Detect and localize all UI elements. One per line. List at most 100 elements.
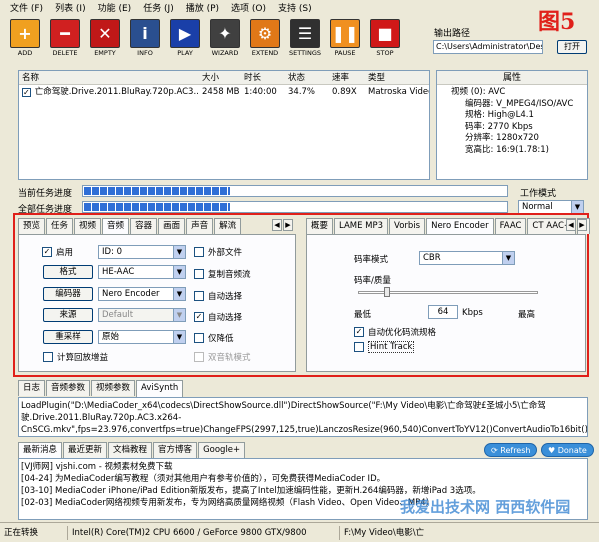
tab-right_tabs-4[interactable]: FAAC <box>494 218 527 234</box>
delete-button[interactable]: ━ DELETE <box>45 18 85 60</box>
external-row[interactable]: 外部文件 <box>194 246 242 258</box>
tab-right_tabs-0[interactable]: 概要 <box>306 218 334 234</box>
tab-news_tabs-4[interactable]: Google+ <box>198 442 246 458</box>
wizard-button[interactable]: ✦ WIZARD <box>205 18 245 60</box>
stop-button[interactable]: ■ STOP <box>365 18 405 60</box>
tab-left_tabs-3[interactable]: 音频 <box>102 218 130 235</box>
tab-scroll-left-icon[interactable]: ◀ <box>272 219 282 231</box>
tab-bottom_tabs-0[interactable]: 日志 <box>18 380 46 396</box>
tab-left_tabs-0[interactable]: 预览 <box>18 218 46 234</box>
tab-scroll-left-icon[interactable]: ◀ <box>566 219 576 231</box>
file-list[interactable]: 名称 大小 时长 状态 速率 类型 ✓ 亡命驾驶.Drive.2011.BluR… <box>18 70 430 180</box>
donate-button[interactable]: ♥ Donate <box>541 443 594 457</box>
replaygain-row[interactable]: 计算回放增益 <box>43 351 108 363</box>
empty-button[interactable]: ✕ EMPTY <box>85 18 125 60</box>
menu-item-3[interactable]: 任务 (J) <box>137 0 180 18</box>
copy-checkbox[interactable] <box>194 269 204 279</box>
chevron-down-icon[interactable]: ▼ <box>173 288 185 300</box>
properties-panel[interactable]: 属性 视频 (0): AVC 编码器: V_MPEG4/ISO/AVC 规格: Hi… <box>436 70 588 180</box>
format-button[interactable]: 格式 <box>43 265 93 279</box>
enable-checkbox-row[interactable]: ✓ 启用 <box>42 246 73 258</box>
chevron-down-icon[interactable]: ▼ <box>173 266 185 278</box>
tab-news_tabs-1[interactable]: 最近更新 <box>63 442 108 458</box>
menu-item-5[interactable]: 选项 (O) <box>225 0 272 18</box>
extend-button[interactable]: ⚙ EXTEND <box>245 18 285 60</box>
row-checkbox[interactable]: ✓ <box>22 87 31 97</box>
settings-button[interactable]: ☰ SETTINGS <box>285 18 325 60</box>
lower-only-checkbox[interactable] <box>194 333 204 343</box>
wizard-icon: ✦ <box>210 19 240 48</box>
add-button[interactable]: + ADD <box>5 18 45 60</box>
tab-bottom_tabs-2[interactable]: 视频参数 <box>91 380 136 396</box>
source-select[interactable]: Default ▼ <box>98 308 186 322</box>
col-status[interactable]: 状态 <box>285 71 329 84</box>
auto-optimize-row[interactable]: ✓ 自动优化码流规格 <box>354 326 436 338</box>
chevron-down-icon[interactable]: ▼ <box>173 331 185 343</box>
source-button[interactable]: 来源 <box>43 308 93 322</box>
tab-right_tabs-1[interactable]: LAME MP3 <box>334 218 389 234</box>
auto-select-checkbox-2[interactable]: ✓ <box>194 312 204 322</box>
quality-slider-handle[interactable] <box>384 287 390 297</box>
lower-only-row[interactable]: 仅降低 <box>194 332 234 344</box>
chevron-down-icon[interactable]: ▼ <box>173 309 185 321</box>
tab-news_tabs-0[interactable]: 最新消息 <box>18 442 63 459</box>
tab-left_tabs-5[interactable]: 画面 <box>158 218 186 234</box>
tab-scroll-right-icon[interactable]: ▶ <box>577 219 587 231</box>
encoder-select[interactable]: Nero Encoder ▼ <box>98 287 186 301</box>
tab-news_tabs-3[interactable]: 官方博客 <box>153 442 198 458</box>
tab-right_tabs-3[interactable]: Nero Encoder <box>426 218 494 235</box>
output-path-field[interactable]: C:\Users\Administrator\Desk <box>433 40 543 54</box>
tab-news_tabs-2[interactable]: 文档教程 <box>108 442 153 458</box>
chevron-down-icon[interactable]: ▼ <box>173 246 185 258</box>
col-type[interactable]: 类型 <box>365 71 429 84</box>
tab-scroll-right-icon[interactable]: ▶ <box>283 219 293 231</box>
tab-left_tabs-6[interactable]: 声音 <box>186 218 214 234</box>
tab-bottom_tabs-3[interactable]: AviSynth <box>136 380 184 397</box>
tab-left_tabs-1[interactable]: 任务 <box>46 218 74 234</box>
enable-checkbox[interactable]: ✓ <box>42 247 52 257</box>
tab-bottom_tabs-1[interactable]: 音频参数 <box>46 380 91 396</box>
copy-row[interactable]: 复制音频流 <box>194 268 251 280</box>
encoder-button[interactable]: 编码器 <box>43 287 93 301</box>
col-name[interactable]: 名称 <box>19 71 199 84</box>
auto-optimize-checkbox[interactable]: ✓ <box>354 327 364 337</box>
auto-select-row-2[interactable]: ✓ 自动选择 <box>194 311 242 323</box>
work-mode-select[interactable]: Normal ▼ <box>518 200 584 214</box>
col-rate[interactable]: 速率 <box>329 71 365 84</box>
tab-right_tabs-2[interactable]: Vorbis <box>389 218 426 234</box>
tab-left_tabs-2[interactable]: 视频 <box>74 218 102 234</box>
menu-item-6[interactable]: 支持 (S) <box>272 0 318 18</box>
resample-button[interactable]: 重采样 <box>43 330 93 344</box>
menu-item-0[interactable]: 文件 (F) <box>4 0 49 18</box>
avisynth-script[interactable]: LoadPlugin("D:\MediaCoder_x64\codecs\Dir… <box>18 397 588 437</box>
hint-track-row[interactable]: Hint Track <box>354 341 415 353</box>
col-duration[interactable]: 时长 <box>241 71 285 84</box>
tab-left_tabs-4[interactable]: 容器 <box>130 218 158 234</box>
pause-button[interactable]: ❚❚ PAUSE <box>325 18 365 60</box>
menu-item-4[interactable]: 播放 (P) <box>180 0 225 18</box>
kbps-input[interactable]: 64 <box>428 305 458 319</box>
replaygain-checkbox[interactable] <box>43 352 53 362</box>
audio-id-select[interactable]: ID: 0 ▼ <box>98 245 186 259</box>
resample-select[interactable]: 原始 ▼ <box>98 330 186 344</box>
bitrate-mode-select[interactable]: CBR ▼ <box>419 251 515 265</box>
menu-item-1[interactable]: 列表 (I) <box>49 0 92 18</box>
news-item[interactable]: [VJ师网] vjshi.com - 视频素材免费下载 <box>21 461 585 473</box>
work-mode-label: 工作模式 <box>520 189 557 199</box>
table-row[interactable]: ✓ 亡命驾驶.Drive.2011.BluRay.720p.AC3.... 24… <box>19 85 429 99</box>
col-size[interactable]: 大小 <box>199 71 241 84</box>
format-select[interactable]: HE-AAC ▼ <box>98 265 186 279</box>
info-button[interactable]: i INFO <box>125 18 165 60</box>
chevron-down-icon[interactable]: ▼ <box>571 201 583 213</box>
open-button[interactable]: 打开 <box>557 40 587 54</box>
refresh-button[interactable]: ⟳ Refresh <box>484 443 538 457</box>
play-button[interactable]: ▶ PLAY <box>165 18 205 60</box>
external-checkbox[interactable] <box>194 247 204 257</box>
chevron-down-icon[interactable]: ▼ <box>502 252 514 264</box>
hint-track-checkbox[interactable] <box>354 342 364 352</box>
tab-left_tabs-7[interactable]: 解流 <box>214 218 242 234</box>
auto-select-checkbox-1[interactable] <box>194 291 204 301</box>
auto-select-row-1[interactable]: 自动选择 <box>194 290 242 302</box>
menu-item-2[interactable]: 功能 (E) <box>92 0 138 18</box>
news-item[interactable]: [04-24] 为MediaCoder编写教程（须对其他用户有参考价值的），可免… <box>21 473 585 485</box>
